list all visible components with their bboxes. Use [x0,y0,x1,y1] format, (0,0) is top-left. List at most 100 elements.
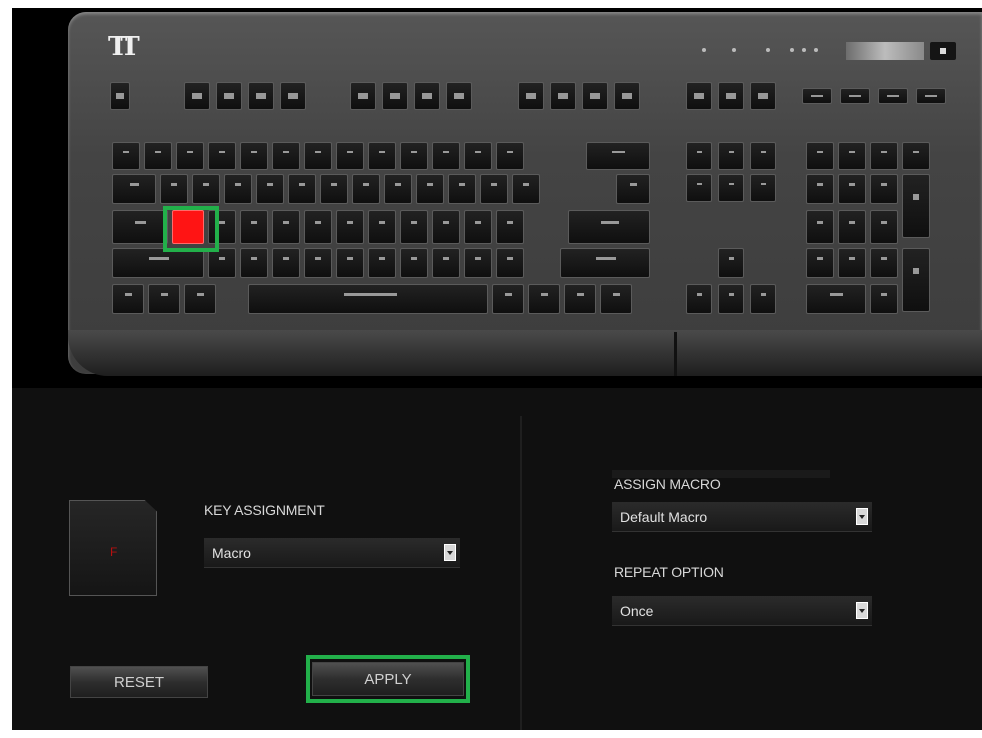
keyboard-key[interactable] [718,142,744,170]
keyboard-key[interactable] [600,284,632,314]
keyboard-key[interactable] [718,248,744,278]
keyboard-key[interactable] [750,284,776,314]
keyboard-key[interactable] [432,210,460,244]
keyboard-key[interactable] [400,142,428,170]
keyboard-key[interactable] [838,210,866,244]
keyboard-key[interactable] [496,248,524,278]
keyboard-key[interactable] [496,210,524,244]
keyboard-key[interactable] [686,142,712,170]
keyboard-key[interactable] [350,82,376,110]
keyboard-key[interactable] [870,142,898,170]
keyboard-key[interactable] [176,142,204,170]
keyboard-key[interactable] [512,174,540,204]
keyboard-key[interactable] [304,248,332,278]
keyboard-key[interactable] [464,248,492,278]
key-space[interactable] [248,284,488,314]
keyboard-key[interactable] [248,82,274,110]
keyboard-key[interactable] [550,82,576,110]
keyboard-key[interactable] [416,174,444,204]
key-right-shift[interactable] [560,248,650,278]
keyboard-key[interactable] [840,88,870,104]
keyboard-key[interactable] [382,82,408,110]
chevron-down-icon[interactable] [444,544,456,561]
keyboard-key[interactable] [336,248,364,278]
keyboard-key[interactable] [718,174,744,202]
keyboard-key[interactable] [256,174,284,204]
keyboard-key[interactable] [112,284,144,314]
keyboard-key[interactable] [272,248,300,278]
repeat-option-dropdown[interactable]: Once [612,596,872,626]
keyboard-key[interactable] [528,284,560,314]
keyboard-key[interactable] [336,210,364,244]
keyboard-key[interactable] [192,174,220,204]
key-assignment-dropdown[interactable]: Macro [204,538,460,568]
keyboard-key[interactable] [112,142,140,170]
keyboard-key[interactable] [320,174,348,204]
keyboard-key[interactable] [400,248,428,278]
chevron-down-icon[interactable] [856,508,868,525]
keyboard-key[interactable] [480,174,508,204]
keyboard-key[interactable] [240,248,268,278]
keyboard-key[interactable] [352,174,380,204]
keyboard-key[interactable] [838,248,866,278]
keyboard-key[interactable] [870,174,898,204]
key-tab[interactable] [112,174,156,204]
keyboard-key[interactable] [224,174,252,204]
keyboard-key[interactable] [208,142,236,170]
keyboard-key[interactable] [870,284,898,314]
key-caps-lock[interactable] [112,210,168,244]
keyboard-key[interactable] [184,284,216,314]
keyboard-key[interactable] [240,210,268,244]
key-esc[interactable] [110,82,130,110]
keyboard-key[interactable] [870,248,898,278]
keyboard-key[interactable] [208,248,236,278]
keyboard-key[interactable] [400,210,428,244]
keyboard-key[interactable] [902,248,930,312]
keyboard-key[interactable] [686,284,712,314]
keyboard-key[interactable] [750,142,776,170]
keyboard-key[interactable] [806,174,834,204]
keyboard-key[interactable] [280,82,306,110]
keyboard-key[interactable] [686,174,712,202]
keyboard-key[interactable] [750,174,776,202]
key-backspace[interactable] [586,142,650,170]
keyboard-key[interactable] [902,174,930,238]
keyboard-key[interactable] [870,210,898,244]
keyboard-key[interactable] [446,82,472,110]
keyboard-key[interactable] [240,142,268,170]
keyboard-key[interactable] [464,210,492,244]
keyboard-key[interactable] [878,88,908,104]
keyboard-key[interactable] [614,82,640,110]
keyboard-key[interactable] [448,174,476,204]
keyboard-key[interactable] [368,142,396,170]
keyboard-key[interactable] [184,82,210,110]
media-knob[interactable] [930,42,956,60]
keyboard-key[interactable] [616,174,650,204]
keyboard-key[interactable] [216,82,242,110]
keyboard-key[interactable] [806,284,866,314]
keyboard-key[interactable] [806,248,834,278]
reset-button[interactable]: RESET [70,666,208,698]
keyboard-key[interactable] [336,142,364,170]
keyboard-key[interactable] [838,174,866,204]
keyboard-key[interactable] [518,82,544,110]
key-left-shift[interactable] [112,248,204,278]
keyboard-key[interactable] [384,174,412,204]
keyboard-key[interactable] [564,284,596,314]
keyboard-key[interactable] [838,142,866,170]
keyboard-key[interactable] [160,174,188,204]
keyboard-key[interactable] [304,142,332,170]
keyboard-key[interactable] [916,88,946,104]
keyboard-key[interactable] [144,142,172,170]
keyboard-key[interactable] [496,142,524,170]
keyboard-key[interactable] [368,248,396,278]
keyboard-key[interactable] [304,210,332,244]
keyboard-key[interactable] [718,82,744,110]
keyboard-key[interactable] [432,142,460,170]
keyboard-key[interactable] [902,142,930,170]
keyboard-key[interactable] [686,82,712,110]
keyboard-key[interactable] [148,284,180,314]
key-enter[interactable] [568,210,650,244]
keyboard-key[interactable] [432,248,460,278]
keyboard-key[interactable] [806,142,834,170]
